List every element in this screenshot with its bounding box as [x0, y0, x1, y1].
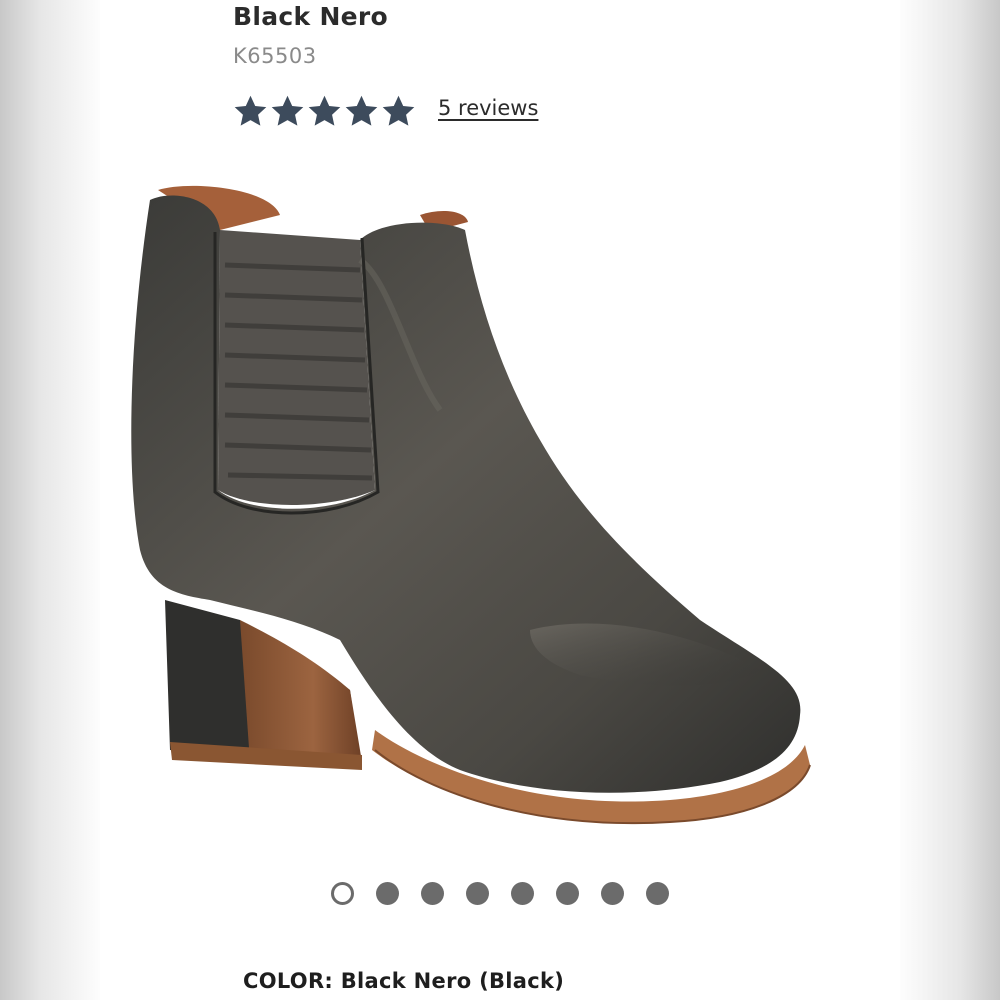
- product-sku: K65503: [233, 44, 317, 68]
- star-icon: [306, 93, 343, 130]
- carousel-dot[interactable]: [646, 882, 669, 905]
- color-selection: COLOR: Black Nero (Black): [243, 969, 564, 993]
- page-frame: Black Nero K65503 5 reviews COLOR: Black…: [0, 0, 1000, 1000]
- color-value: Black Nero (Black): [340, 969, 565, 993]
- carousel-dot[interactable]: [466, 882, 489, 905]
- color-label: COLOR:: [243, 969, 334, 993]
- carousel-dot[interactable]: [511, 882, 534, 905]
- carousel-dot[interactable]: [601, 882, 624, 905]
- star-icon: [232, 93, 269, 130]
- carousel-dot[interactable]: [421, 882, 444, 905]
- star-icon: [343, 93, 380, 130]
- carousel-dots: [331, 882, 669, 905]
- carousel-dot[interactable]: [556, 882, 579, 905]
- product-title: Black Nero: [233, 2, 389, 31]
- carousel-dot[interactable]: [331, 882, 354, 905]
- star-icon: [380, 93, 417, 130]
- carousel-dot[interactable]: [376, 882, 399, 905]
- product-image[interactable]: [110, 170, 830, 850]
- star-icon: [269, 93, 306, 130]
- reviews-link[interactable]: 5 reviews: [438, 96, 538, 120]
- star-rating: [232, 91, 417, 131]
